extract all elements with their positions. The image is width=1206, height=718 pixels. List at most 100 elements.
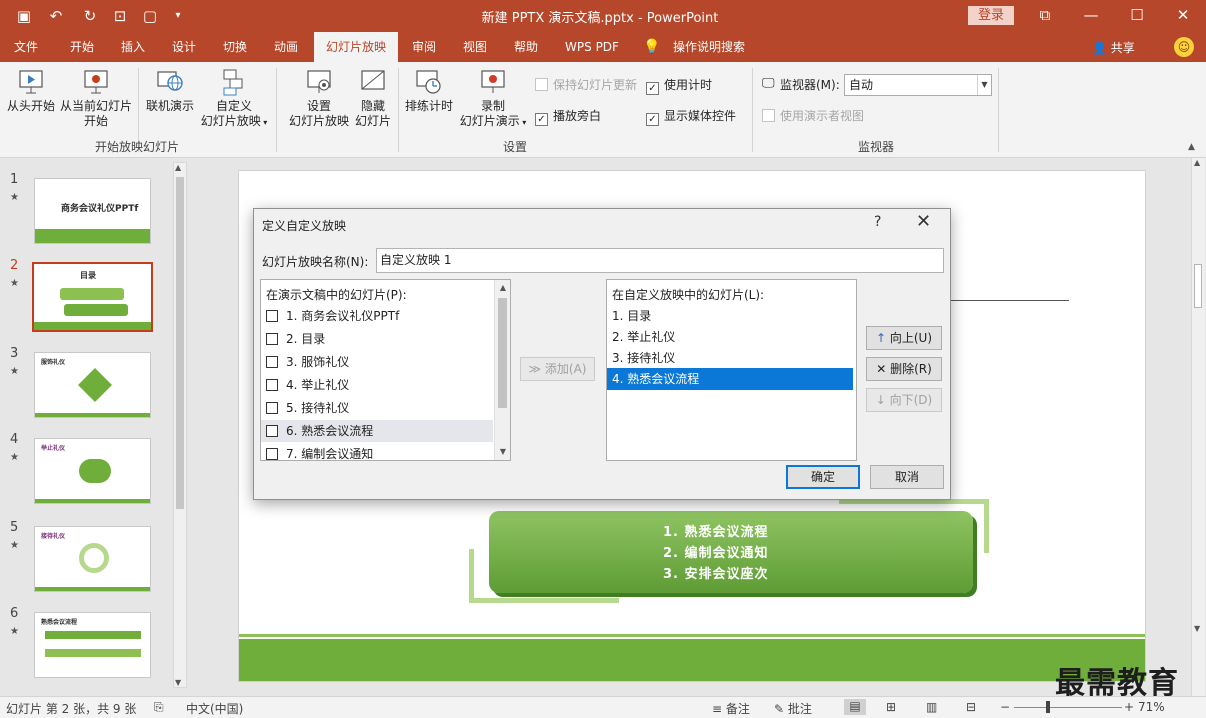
checkbox-box[interactable] xyxy=(266,310,278,322)
spell-check-icon[interactable]: ⎘ xyxy=(154,700,164,715)
tab-wps-pdf[interactable]: WPS PDF xyxy=(556,32,628,62)
share-button[interactable]: 👤 共享 xyxy=(1092,39,1135,56)
reading-view-icon[interactable]: ▥ xyxy=(926,700,937,714)
list-scrollbar[interactable]: ▲ ▼ xyxy=(494,280,510,460)
hide-slide-button[interactable]: 隐藏 幻灯片 xyxy=(352,68,394,129)
remove-button[interactable]: ✕ 删除(R) xyxy=(866,357,942,381)
keep-slides-updated-checkbox[interactable]: 保持幻灯片更新 xyxy=(535,77,637,93)
slide-content-box[interactable]: 1. 熟悉会议流程 2. 编制会议通知 3. 安排会议座次 xyxy=(489,511,973,593)
list-item[interactable]: 2. 目录 xyxy=(261,328,510,350)
help-icon[interactable]: ? xyxy=(874,214,881,230)
present-from-start-icon[interactable]: ⊡ xyxy=(110,6,130,26)
list-item[interactable]: 6. 熟悉会议流程 xyxy=(261,420,493,442)
tab-animations[interactable]: 动画 xyxy=(262,32,310,62)
scroll-down-icon[interactable]: ▼ xyxy=(495,444,510,460)
move-up-button[interactable]: ↑ 向上(U) xyxy=(866,326,942,350)
checkbox-box[interactable] xyxy=(266,402,278,414)
checkbox-box[interactable] xyxy=(266,425,278,437)
from-beginning-button[interactable]: 从头开始 xyxy=(4,68,58,114)
list-item[interactable]: 4. 举止礼仪 xyxy=(261,374,510,396)
list-item[interactable]: 1. 商务会议礼仪PPTf xyxy=(261,305,510,327)
show-name-input[interactable]: 自定义放映 1 xyxy=(376,248,944,273)
tab-insert[interactable]: 插入 xyxy=(110,32,156,62)
custom-show-slides-list[interactable]: 在自定义放映中的幻灯片(L): 1. 目录 2. 举止礼仪 3. 接待礼仪 4.… xyxy=(606,279,857,461)
rehearse-timings-button[interactable]: 排练计时 xyxy=(402,68,456,114)
notes-button[interactable]: ≡ 备注 xyxy=(712,700,750,717)
zoom-level[interactable]: 71% xyxy=(1138,700,1165,714)
maximize-icon[interactable]: ☐ xyxy=(1122,4,1152,26)
comments-button[interactable]: ✎ 批注 xyxy=(774,700,812,717)
tell-me-search[interactable]: 操作说明搜索 xyxy=(664,32,754,62)
ok-button[interactable]: 确定 xyxy=(786,465,860,489)
slide-thumbnail-1[interactable]: 商务会议礼仪PPTf xyxy=(34,178,151,244)
customize-toolbar-icon[interactable]: ▾ xyxy=(168,6,188,26)
custom-slide-show-button[interactable]: 自定义 幻灯片放映 ▾ xyxy=(198,68,270,130)
checkbox-box[interactable] xyxy=(266,448,278,460)
from-current-slide-button[interactable]: 从当前幻灯片 开始 xyxy=(58,68,134,129)
list-item[interactable]: 7. 编制会议通知 xyxy=(261,443,510,460)
tab-home[interactable]: 开始 xyxy=(58,32,106,62)
list-item[interactable]: 2. 举止礼仪 xyxy=(607,326,856,348)
show-media-controls-checkbox[interactable]: ✓ 显示媒体控件 xyxy=(646,108,736,126)
zoom-slider[interactable] xyxy=(1014,707,1122,708)
use-presenter-view-checkbox[interactable]: 使用演示者视图 xyxy=(762,108,864,124)
slide-show-view-icon[interactable]: ⊟ xyxy=(966,700,976,714)
record-slide-show-button[interactable]: 录制 幻灯片演示 ▾ xyxy=(456,68,530,130)
zoom-slider-handle[interactable] xyxy=(1046,701,1050,713)
tab-help[interactable]: 帮助 xyxy=(504,32,548,62)
tab-transitions[interactable]: 切换 xyxy=(212,32,258,62)
play-narrations-checkbox[interactable]: ✓ 播放旁白 xyxy=(535,108,601,126)
list-item-selected[interactable]: 4. 熟悉会议流程 xyxy=(607,368,853,390)
slide-thumbnail-2[interactable]: 目录 xyxy=(32,262,153,332)
scrollbar-thumb[interactable] xyxy=(176,177,184,509)
slide-thumbnail-5[interactable]: 接待礼仪 xyxy=(34,526,151,592)
ribbon-display-icon[interactable]: ⧉ xyxy=(1030,4,1060,26)
scroll-down-icon[interactable]: ▼ xyxy=(1194,624,1200,633)
checkbox-box[interactable] xyxy=(266,379,278,391)
presentation-slides-list[interactable]: 在演示文稿中的幻灯片(P): 1. 商务会议礼仪PPTf 2. 目录 3. 服饰… xyxy=(260,279,511,461)
zoom-out-icon[interactable]: − xyxy=(1000,700,1010,714)
scroll-up-icon[interactable]: ▲ xyxy=(495,280,510,296)
list-item[interactable]: 3. 服饰礼仪 xyxy=(261,351,510,373)
cancel-button[interactable]: 取消 xyxy=(870,465,944,489)
thumbnail-scrollbar[interactable]: ▲ ▼ xyxy=(173,162,187,688)
slide-thumbnail-3[interactable]: 服饰礼仪 xyxy=(34,352,151,418)
monitor-select[interactable]: 自动 ▼ xyxy=(844,74,992,96)
normal-view-icon[interactable]: ▤ xyxy=(844,699,866,715)
slide-thumbnail-4[interactable]: 举止礼仪 xyxy=(34,438,151,504)
tab-review[interactable]: 审阅 xyxy=(402,32,446,62)
list-item[interactable]: 3. 接待礼仪 xyxy=(607,347,856,369)
scrollbar-thumb[interactable] xyxy=(498,298,507,408)
tab-slide-show[interactable]: 幻灯片放映 xyxy=(314,32,398,62)
feedback-smiley-icon[interactable]: ☺ xyxy=(1174,37,1194,57)
language-status[interactable]: 中文(中国) xyxy=(186,700,243,717)
scroll-down-icon[interactable]: ▼ xyxy=(175,678,181,687)
scroll-up-icon[interactable]: ▲ xyxy=(1194,158,1200,167)
tab-design[interactable]: 设计 xyxy=(160,32,208,62)
use-timings-checkbox[interactable]: ✓ 使用计时 xyxy=(646,77,712,95)
list-item[interactable]: 1. 目录 xyxy=(607,305,856,327)
new-file-icon[interactable]: ▢ xyxy=(140,6,160,26)
close-window-icon[interactable]: ✕ xyxy=(1168,4,1198,26)
zoom-in-icon[interactable]: + xyxy=(1124,700,1134,714)
list-item[interactable]: 5. 接待礼仪 xyxy=(261,397,510,419)
collapse-ribbon-icon[interactable]: ▲ xyxy=(1188,142,1195,152)
scrollbar-thumb[interactable] xyxy=(1194,264,1202,308)
save-icon[interactable]: ▣ xyxy=(14,6,34,26)
slide-sorter-icon[interactable]: ⊞ xyxy=(886,700,896,714)
move-down-button[interactable]: ↓ 向下(D) xyxy=(866,388,942,412)
login-button[interactable]: 登录 xyxy=(968,6,1014,25)
redo-icon[interactable]: ↻ xyxy=(80,6,100,26)
tab-view[interactable]: 视图 xyxy=(452,32,498,62)
add-button[interactable]: ≫ 添加(A) xyxy=(520,357,595,381)
tab-file[interactable]: 文件 xyxy=(4,32,48,62)
close-icon[interactable]: ✕ xyxy=(916,211,931,232)
setup-slide-show-button[interactable]: 设置 幻灯片放映 xyxy=(286,68,352,129)
minimize-icon[interactable]: — xyxy=(1076,4,1106,26)
scroll-up-icon[interactable]: ▲ xyxy=(175,163,181,172)
online-present-button[interactable]: 联机演示 xyxy=(142,68,198,114)
checkbox-box[interactable] xyxy=(266,333,278,345)
slide-scrollbar[interactable]: ▲ ▼ xyxy=(1191,158,1205,696)
checkbox-box[interactable] xyxy=(266,356,278,368)
undo-icon[interactable]: ↶ xyxy=(46,6,66,26)
